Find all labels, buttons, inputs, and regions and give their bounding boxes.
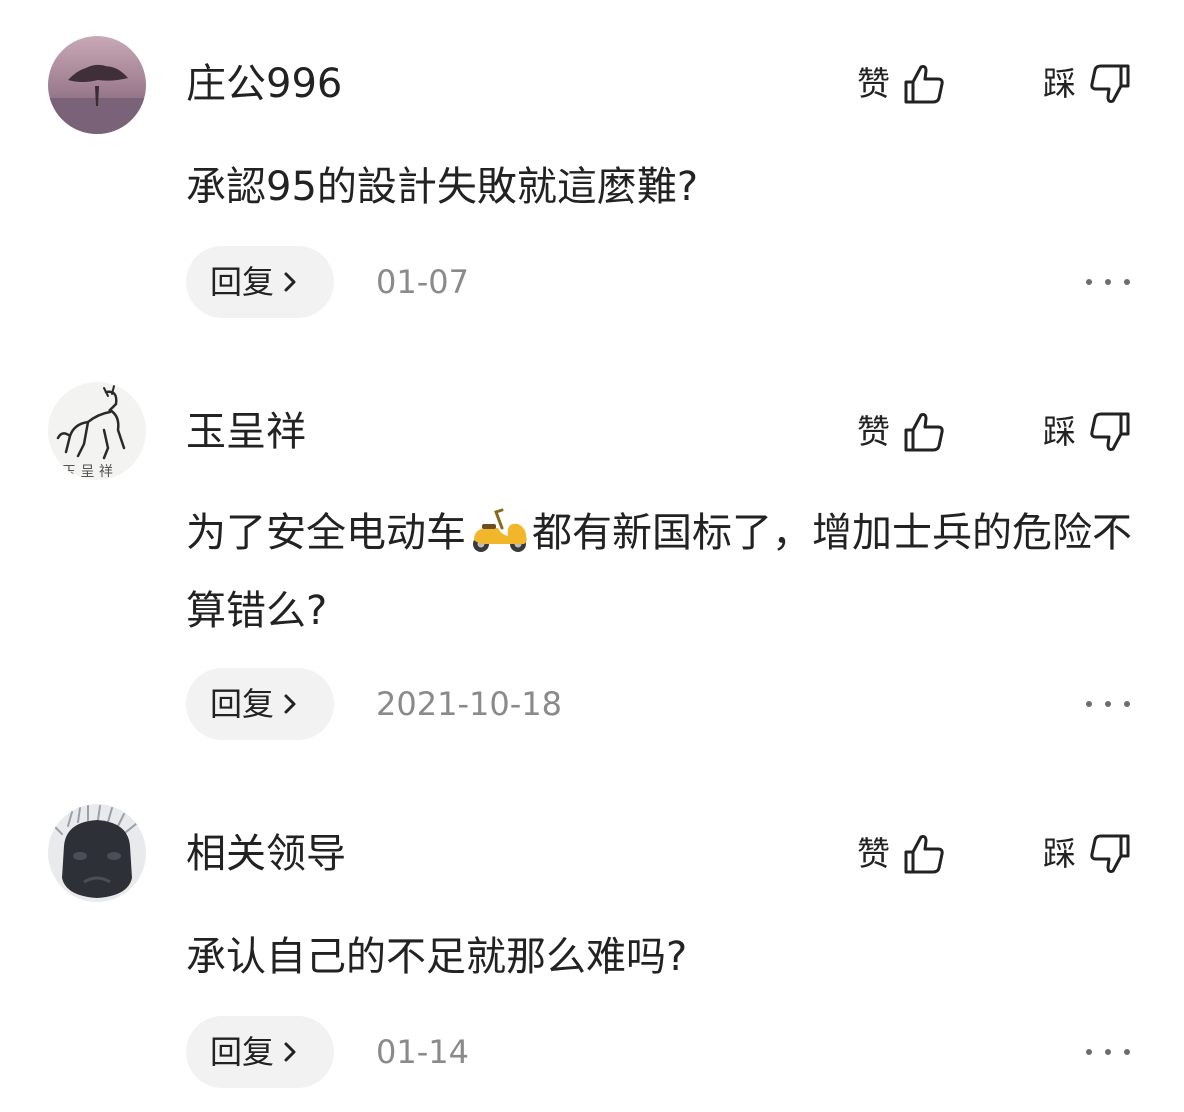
thumbs-up-icon <box>904 413 944 452</box>
reply-label: 回复 <box>210 685 275 723</box>
more-dot <box>1086 279 1092 285</box>
more-dot <box>1086 701 1092 707</box>
thumbs-up-icon <box>904 835 944 874</box>
thumbs-down-icon <box>1090 412 1130 451</box>
more-icon[interactable] <box>1086 1016 1130 1088</box>
like-label: 赞 <box>857 412 890 451</box>
dislike-button[interactable]: 踩 <box>1043 408 1132 456</box>
reply-label: 回复 <box>210 263 275 301</box>
more-dot <box>1124 279 1130 285</box>
more-dot <box>1105 701 1111 707</box>
dislike-label: 踩 <box>1043 412 1076 451</box>
chevron-right-icon <box>284 272 296 292</box>
username[interactable]: 庄公996 <box>186 60 342 108</box>
more-icon[interactable] <box>1086 668 1130 740</box>
comment-date: 2021-10-18 <box>376 685 562 723</box>
dislike-label: 踩 <box>1043 64 1076 103</box>
svg-text:玉 呈 祥: 玉 呈 祥 <box>62 464 113 480</box>
comment-item: 相关领导 赞 踩 承认自己的不足就那么难吗? 回复 01-14 <box>0 750 1184 1112</box>
username[interactable]: 相关领导 <box>186 830 346 878</box>
more-dot <box>1124 701 1130 707</box>
thumbs-down-icon <box>1090 834 1130 873</box>
more-dot <box>1086 1049 1092 1055</box>
reply-button[interactable]: 回复 <box>186 1016 334 1088</box>
comment-text: 承認95的設計失敗就這麼難? <box>186 164 699 210</box>
like-button[interactable]: 赞 <box>857 60 946 108</box>
like-button[interactable]: 赞 <box>857 408 946 456</box>
comment-text-part: 为了安全电动车 <box>186 510 466 556</box>
more-dot <box>1105 279 1111 285</box>
more-dot <box>1105 1049 1111 1055</box>
comment-text: 承认自己的不足就那么难吗? <box>186 934 688 980</box>
chevron-right-icon <box>284 1042 296 1062</box>
scooter-emoji <box>468 506 530 576</box>
avatar[interactable] <box>48 804 146 902</box>
username[interactable]: 玉呈祥 <box>186 408 306 456</box>
reply-label: 回复 <box>210 1033 275 1071</box>
avatar[interactable] <box>48 36 146 134</box>
dislike-button[interactable]: 踩 <box>1043 830 1132 878</box>
thumbs-down-icon <box>1090 64 1130 103</box>
reply-button[interactable]: 回复 <box>186 668 334 740</box>
comment-item: 玉 呈 祥 玉呈祥 赞 踩 为了安全电动车 都有新国标了，增加士兵的危险不算错么… <box>0 330 1184 750</box>
like-label: 赞 <box>857 834 890 873</box>
like-button[interactable]: 赞 <box>857 830 946 878</box>
more-icon[interactable] <box>1086 246 1130 318</box>
comment-date: 01-14 <box>376 1033 469 1071</box>
dislike-button[interactable]: 踩 <box>1043 60 1132 108</box>
chevron-right-icon <box>284 694 296 714</box>
thumbs-up-icon <box>904 65 944 104</box>
reply-button[interactable]: 回复 <box>186 246 334 318</box>
avatar[interactable]: 玉 呈 祥 <box>48 382 146 480</box>
dislike-label: 踩 <box>1043 834 1076 873</box>
more-dot <box>1124 1049 1130 1055</box>
comment-item: 庄公996 赞 踩 承認95的設計失敗就這麼難? 回复 01-07 <box>0 0 1184 330</box>
comment-date: 01-07 <box>376 263 469 301</box>
comment-text: 为了安全电动车 都有新国标了，增加士兵的危险不算错么? <box>186 498 1136 646</box>
like-label: 赞 <box>857 64 890 103</box>
